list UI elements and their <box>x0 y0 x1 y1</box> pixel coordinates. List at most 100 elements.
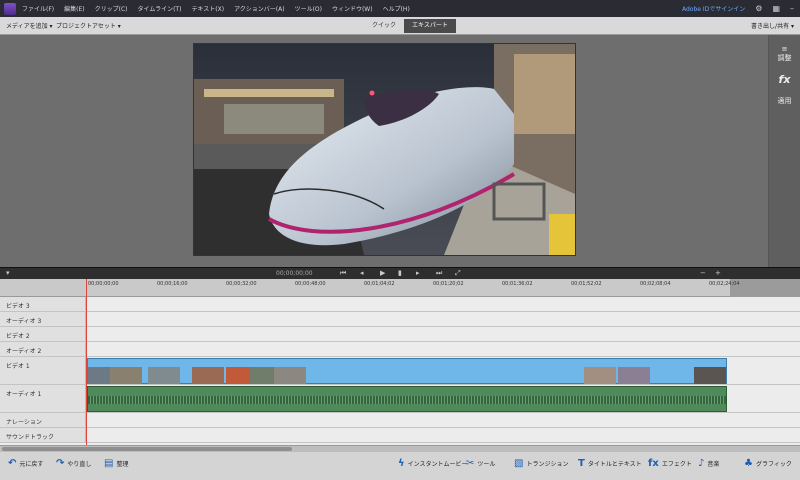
tab-quick[interactable]: クイック <box>364 19 404 33</box>
menu-help[interactable]: ヘルプ(H) <box>383 4 410 13</box>
timeline-track[interactable]: サウンドトラック <box>0 428 800 443</box>
menu-window[interactable]: ウィンドウ(W) <box>332 4 373 13</box>
add-media-dropdown[interactable]: メディアを追加 ▾ <box>6 21 53 30</box>
adjust-icon: ≡ <box>781 45 788 53</box>
menu-actionbar[interactable]: アクションバー(A) <box>234 4 285 13</box>
timecode-display: 00;00;00;00 <box>276 270 313 277</box>
undo-label: 元に戻す <box>19 461 44 468</box>
undo-icon: ↶ <box>8 458 17 469</box>
adjust-tool[interactable]: ≡ 調整 <box>769 45 800 63</box>
clip-thumbnail <box>584 367 616 384</box>
timeline-track[interactable]: オーディオ 2 <box>0 342 800 357</box>
graphics-label: グラフィック <box>755 461 792 468</box>
tools-label: ツール <box>477 461 496 468</box>
menu-bar: ファイル(F) 編集(E) クリップ(C) タイムライン(T) テキスト(X) … <box>0 0 800 17</box>
menu-text[interactable]: テキスト(X) <box>191 4 224 13</box>
timeline-track[interactable]: ビデオ 1 <box>0 357 800 385</box>
track-header: オーディオ 2 <box>0 342 86 356</box>
play-icon[interactable]: ▶ <box>380 269 385 277</box>
video-clip[interactable] <box>87 358 727 384</box>
monitor-panel: ≡ 調整 fx 適用 <box>0 35 800 267</box>
menu-edit[interactable]: 編集(E) <box>64 4 84 13</box>
zoom-in-icon[interactable]: + <box>715 269 721 277</box>
video-preview[interactable] <box>193 43 576 256</box>
apply-tool[interactable]: 適用 <box>769 96 800 106</box>
transitions-label: トランジション <box>526 461 569 468</box>
timeline-track[interactable]: オーディオ 3 <box>0 312 800 327</box>
timeline-track[interactable]: オーディオ 1 <box>0 385 800 413</box>
ruler-right-pane <box>730 279 800 297</box>
scrollbar-thumb[interactable] <box>2 447 292 451</box>
titles-icon: T <box>578 458 585 469</box>
tab-expert[interactable]: エキスパート <box>404 19 456 33</box>
mode-tabs: クイック エキスパート <box>364 19 456 33</box>
instant-movie-icon: ϟ <box>398 458 405 469</box>
organizer-icon: ▤ <box>104 458 114 469</box>
instant-movie-button[interactable]: ϟ インスタントムービー <box>398 458 468 469</box>
menu-clip[interactable]: クリップ(C) <box>95 4 128 13</box>
titles-button[interactable]: T タイトルとテキスト <box>578 458 642 469</box>
audio-clip[interactable] <box>87 386 727 412</box>
graphics-icon: ♣ <box>744 458 753 469</box>
graphics-button[interactable]: ♣ グラフィック <box>744 458 792 469</box>
tools-button[interactable]: ✂ ツール <box>466 458 495 469</box>
audio-button[interactable]: ♪ 音楽 <box>698 458 719 469</box>
timeline-tracks: ビデオ 3 オーディオ 3 ビデオ 2 オーディオ 2 ビデオ 1 オーディオ 1 ナレーシ… <box>0 297 800 445</box>
redo-label: やり直し <box>67 461 92 468</box>
ruler-tick: 00;00;48;00 <box>295 281 326 287</box>
timeline-track[interactable]: ビデオ 2 <box>0 327 800 342</box>
organizer-label: 整理 <box>116 461 129 468</box>
step-back-icon[interactable]: ◂ <box>360 269 364 277</box>
clip-thumbnail <box>694 367 726 384</box>
minimize-icon[interactable]: – <box>790 4 794 13</box>
audio-waveform <box>88 396 726 404</box>
track-header: サウンドトラック <box>0 428 86 442</box>
clip-thumbnail <box>148 367 180 384</box>
track-header: ナレーション <box>0 413 86 427</box>
ruler-tick: 00;02;08;04 <box>640 281 671 287</box>
instant-movie-label: インスタントムービー <box>407 461 468 468</box>
track-header: ビデオ 2 <box>0 327 86 341</box>
timeline-scrollbar[interactable] <box>0 446 800 452</box>
playhead[interactable] <box>86 279 87 445</box>
track-header: ビデオ 1 <box>0 357 86 384</box>
zoom-out-icon[interactable]: − <box>700 269 706 277</box>
settings-icon[interactable]: ⚙ <box>755 4 762 13</box>
clip-thumbnail <box>274 367 306 384</box>
clip-thumbnail <box>618 367 650 384</box>
music-icon: ♪ <box>698 458 705 469</box>
train-frame-image <box>194 44 575 255</box>
step-forward-icon[interactable]: ▸ <box>416 269 420 277</box>
track-header: ビデオ 3 <box>0 297 86 311</box>
organizer-button[interactable]: ▤ 整理 <box>104 458 128 469</box>
app-logo <box>4 2 16 15</box>
effects-button[interactable]: fx エフェクト <box>648 458 692 469</box>
goto-end-icon[interactable]: ⏭ <box>436 269 442 278</box>
transport-bar: ▾ 00;00;00;00 ⏮ ◂ ▶ ▮ ▸ ⏭ ⤢ − + <box>0 267 800 279</box>
track-header: オーディオ 3 <box>0 312 86 326</box>
fullscreen-icon[interactable]: ⤢ <box>455 269 461 278</box>
menu-tools[interactable]: ツール(O) <box>295 4 322 13</box>
timeline-track[interactable]: ナレーション <box>0 413 800 428</box>
ruler-tick: 00;00;00;00 <box>88 281 119 287</box>
timeline-ruler[interactable]: 00;00;00;00 00;00;16;00 00;00;32;00 00;00;4… <box>0 279 800 297</box>
transitions-icon: ▧ <box>514 458 524 469</box>
menu-timeline[interactable]: タイムライン(T) <box>138 4 182 13</box>
render-icon[interactable]: ▾ <box>6 269 10 277</box>
project-assets-dropdown[interactable]: プロジェクトアセット ▾ <box>56 21 121 30</box>
grid-icon[interactable]: ▦ <box>772 4 780 13</box>
menu-file[interactable]: ファイル(F) <box>22 4 54 13</box>
pause-icon[interactable]: ▮ <box>398 269 402 277</box>
undo-button[interactable]: ↶ 元に戻す <box>8 458 43 469</box>
track-header: オーディオ 1 <box>0 385 86 412</box>
redo-button[interactable]: ↷ やり直し <box>56 458 91 469</box>
audio-label: 音楽 <box>707 461 720 468</box>
ruler-tick: 00;01;52;02 <box>571 281 602 287</box>
transitions-button[interactable]: ▧ トランジション <box>514 458 568 469</box>
signin-link[interactable]: Adobe IDでサインイン <box>682 4 745 13</box>
export-share-dropdown[interactable]: 書き出し/共有 ▾ <box>751 21 794 30</box>
ruler-tick: 00;00;16;00 <box>157 281 188 287</box>
goto-start-icon[interactable]: ⏮ <box>340 269 346 278</box>
timeline-track[interactable]: ビデオ 3 <box>0 297 800 312</box>
fx-tool[interactable]: fx <box>769 73 800 86</box>
